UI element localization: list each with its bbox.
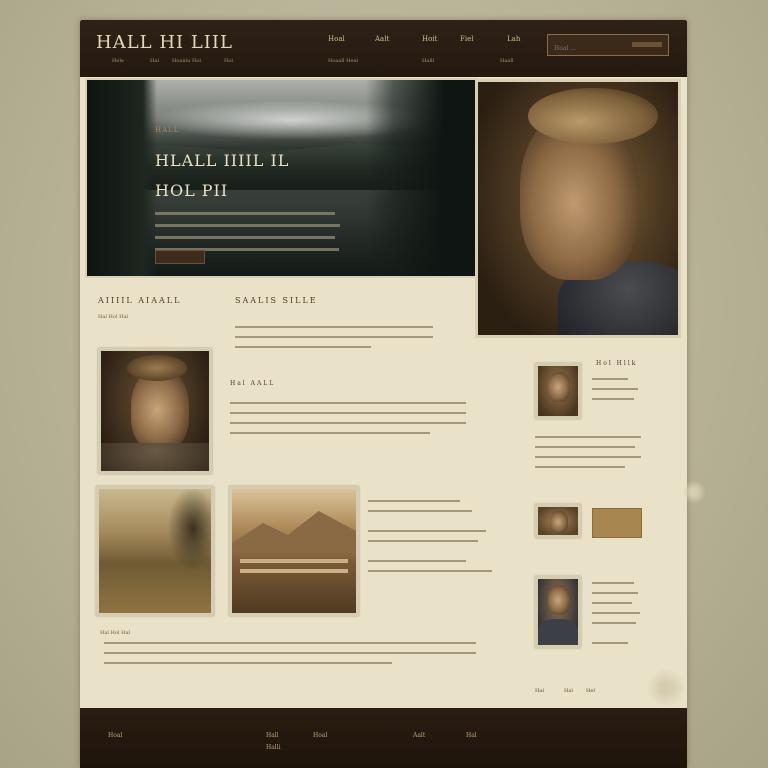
hero-kicker: HALL [155,126,180,134]
article-title: Hal AALL [230,380,276,387]
footer-link[interactable]: Hoal [108,732,122,739]
site-header: HALL HI LIIL Hoal Aalt Hoit Fiel Lah Hel… [80,20,687,77]
gallery-caption: Hal Hol Hal [100,630,131,636]
subnav-item[interactable]: Hoaiiiu Hol [172,58,201,64]
section-title: AIIIIL AIAALL [98,296,182,305]
sidebar-promo[interactable] [592,508,642,538]
subnav-item[interactable]: Haall [500,58,514,64]
featured-portrait[interactable] [475,79,681,338]
article-text [230,402,470,442]
hero-button[interactable] [155,250,205,264]
section-meta: Hal Hol Hal [98,314,129,320]
mountain-shape [232,511,356,551]
nav-item[interactable]: Lah [507,35,520,43]
site-footer: Hoal Hall Hoal Aalt Hal Halli [80,708,687,768]
sidebar-link[interactable]: Hal [535,688,544,694]
sidebar-shoulder [538,619,578,645]
subnav-item[interactable]: Hal [150,58,159,64]
hero-title-line2: HOL PII [155,181,229,200]
subnav-item[interactable]: Hol [224,58,233,64]
subnav-item[interactable]: Hele [112,58,124,64]
gallery-text [368,500,498,580]
hero-banner: HALL HLALL IIIIL IL HOL PII [85,78,478,278]
footer-link[interactable]: Hall [266,732,279,739]
sidebar-thumb-3[interactable] [535,576,581,648]
sidebar-thumb-2[interactable] [535,504,581,538]
sidebar-face [548,372,570,402]
caption-bar [240,559,348,563]
sidebar-link[interactable]: Hel [586,688,595,694]
tree-shape [169,489,211,569]
sidebar-text-3 [592,582,648,652]
nav-item[interactable]: Fiel [460,35,473,43]
footer-sub[interactable]: Halli [266,744,281,751]
sidebar-face [548,585,570,615]
sidebar-link[interactable]: Hal [564,688,573,694]
paper-tear [646,668,686,708]
article-thumb[interactable] [98,348,212,474]
sidebar-title: Hol Hllk [596,360,638,367]
footer-link[interactable]: Hal [466,732,477,739]
bottom-text [104,642,484,672]
search-box[interactable] [547,34,669,59]
gallery-image-field[interactable] [96,486,214,616]
nav-item[interactable]: Aalt [375,35,389,43]
section-title-2: SAALIS SILLE [235,296,318,305]
sidebar-text-2 [535,436,645,476]
hero-title-line1: HLALL IIIIL IL [155,151,290,170]
portrait-hair [528,88,658,144]
page-container: HALL HI LIIL Hoal Aalt Hoit Fiel Lah Hel… [80,20,687,768]
footer-link[interactable]: Aalt [413,732,425,739]
subnav-item[interactable]: Hoaall Heal [328,58,358,64]
search-button[interactable] [632,42,662,47]
sidebar-face [550,511,568,533]
hero-trees-left [87,80,157,276]
thumb-hair [127,355,187,381]
sidebar-thumb-1[interactable] [535,363,581,419]
hero-trees-right [366,80,476,276]
nav-item[interactable]: Hoit [422,35,437,43]
sidebar-text-1 [592,378,642,408]
intro-text [235,326,435,356]
thumb-face [131,369,189,451]
gallery-image-mountains[interactable] [229,486,359,616]
paper-tear [682,480,706,504]
thumb-body [101,443,209,471]
caption-bar [240,569,348,573]
footer-link[interactable]: Hoal [313,732,327,739]
site-logo[interactable]: HALL HI LIIL [96,32,233,53]
nav-item[interactable]: Hoal [328,35,345,43]
subnav-item[interactable]: Halll [422,58,434,64]
hero-title: HLALL IIIIL IL HOL PII [155,146,289,206]
